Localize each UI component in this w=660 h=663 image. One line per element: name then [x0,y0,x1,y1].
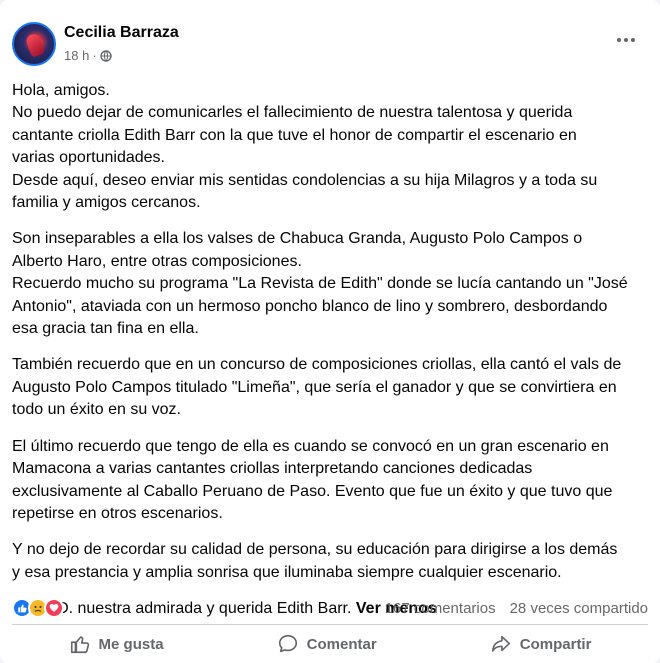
text-line: Alberto Haro, entre otras composiciones. [12,252,302,270]
text-line: familia y amigos cercanos. [12,194,201,212]
paragraph-4: El último recuerdo que tengo de ella es … [12,436,648,526]
text-line: Recuerdo mucho su programa "La Revista d… [12,275,628,293]
divider [12,624,648,625]
text-line: esa gracia tan fina en ella. [12,320,199,338]
text-line: y esa prestancia y amplia sonrisa que il… [12,563,562,581]
engagement-counts: 167 comentarios 28 veces compartido [385,600,648,617]
shares-count[interactable]: 28 veces compartido [510,600,648,617]
share-arrow-icon [491,635,510,652]
globe-icon[interactable] [99,49,112,62]
avatar-image [24,32,46,58]
comment-button[interactable]: Comentar [267,627,387,661]
post-meta: 18 h · [64,48,112,63]
like-label: Me gusta [98,635,164,653]
thumbs-up-icon [70,636,89,654]
text-line: varias oportunidades. [12,149,165,167]
text-line: Hola, amigos. [12,82,110,99]
avatar[interactable] [12,22,56,66]
post-header: Cecilia Barraza 18 h · [12,18,648,70]
text-line: No puedo dejar de comunicarles el fallec… [12,104,573,122]
text-line: repetirse en otros escenarios. [12,504,223,522]
paragraph-5: Y no dejo de recordar su calidad de pers… [12,539,648,584]
text-line: todo un éxito en su voz. [12,401,181,419]
post-time[interactable]: 18 h [64,48,89,63]
paragraph-3: También recuerdo que en un concurso de c… [12,354,648,421]
paragraph-1: Hola, amigos. No puedo dejar de comunica… [12,80,648,214]
text-line: Antonio", ataviada con un hermoso poncho… [12,297,608,315]
share-label: Compartir [519,635,592,653]
text-line: exclusivamente al Caballo Peruano de Pas… [12,482,613,500]
post-text: Hola, amigos. No puedo dejar de comunica… [12,80,648,621]
text-line: Y no dejo de recordar su calidad de pers… [12,541,618,559]
text-line: Augusto Polo Campos titulado "Limeña", q… [12,378,617,396]
more-options-icon[interactable] [610,26,642,54]
text-line: Son inseparables a ella los valses de Ch… [12,230,583,248]
comments-count[interactable]: 167 comentarios [385,600,496,617]
text-line: El último recuerdo que tengo de ella es … [12,437,609,455]
like-button[interactable]: Me gusta [59,627,174,661]
post-stats: 167 comentarios 28 veces compartido [12,596,648,620]
text-line: Mamacona a varias cantantes criollas int… [12,460,533,478]
comment-label: Comentar [306,635,377,653]
text-line: Desde aquí, deseo enviar mis sentidas co… [12,171,598,189]
love-reaction-icon [44,598,64,618]
text-line: También recuerdo que en un concurso de c… [12,356,622,374]
reaction-summary[interactable] [12,598,64,618]
author-name[interactable]: Cecilia Barraza [64,24,179,42]
paragraph-2: Son inseparables a ella los valses de Ch… [12,228,648,340]
post-card: Cecilia Barraza 18 h · Hola, amigos. No … [0,0,660,663]
comment-bubble-icon [278,634,297,653]
action-bar: Me gusta Comentar Compartir [12,626,648,662]
meta-separator: · [92,48,97,63]
share-button[interactable]: Compartir [480,627,602,661]
text-line: cantante criolla Edith Barr con la que t… [12,126,577,144]
